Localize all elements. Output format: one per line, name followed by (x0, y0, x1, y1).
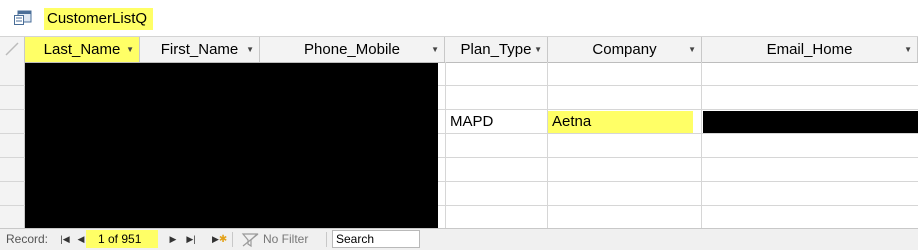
filter-icon (241, 233, 259, 248)
separator (326, 232, 327, 247)
next-record-icon[interactable]: ▶ (166, 231, 180, 247)
column-header-label: Email_Home (766, 41, 853, 58)
column-header-company[interactable]: Company ▼ (548, 37, 702, 62)
column-dropdown-icon[interactable]: ▼ (126, 37, 134, 62)
datasheet-grid: Last_Name ▼ First_Name ▼ Phone_Mobile ▼ … (0, 37, 918, 228)
column-dropdown-icon[interactable]: ▼ (246, 37, 254, 62)
cell-plan-type[interactable]: MAPD (446, 111, 547, 133)
column-header-plan-type[interactable]: Plan_Type ▼ (445, 37, 548, 62)
redacted-block-names-phones (25, 63, 438, 228)
column-divider (701, 62, 702, 228)
no-filter-button[interactable]: No Filter (239, 230, 308, 248)
current-record-field[interactable]: 1 of 951 (86, 230, 158, 248)
record-label: Record: (6, 232, 49, 246)
column-header-first-name[interactable]: First_Name ▼ (140, 37, 260, 62)
redacted-block-email (703, 111, 918, 133)
column-header-label: First_Name (160, 41, 239, 58)
column-header-label: Phone_Mobile (304, 41, 400, 58)
column-dropdown-icon[interactable]: ▼ (904, 37, 912, 62)
column-header-email-home[interactable]: Email_Home ▼ (702, 37, 918, 62)
column-header-phone-mobile[interactable]: Phone_Mobile ▼ (260, 37, 445, 62)
last-record-icon[interactable]: ▶| (184, 231, 198, 247)
column-header-label: Company (592, 41, 657, 58)
select-all-icon (5, 42, 19, 56)
record-navigation-bar: Record: |◀ ◀ 1 of 951 ▶ ▶| ▶✱ No Filter (0, 228, 918, 250)
first-record-icon[interactable]: |◀ (58, 231, 72, 247)
current-record-text: 1 of 951 (98, 232, 142, 246)
no-filter-label: No Filter (263, 232, 309, 246)
query-datasheet-icon (14, 10, 32, 26)
column-dropdown-icon[interactable]: ▼ (431, 37, 439, 62)
column-divider (547, 62, 548, 228)
new-record-icon[interactable]: ▶✱ (212, 231, 227, 248)
separator (232, 232, 233, 247)
query-tab-title[interactable]: CustomerListQ (44, 8, 154, 30)
column-dropdown-icon[interactable]: ▼ (534, 37, 542, 62)
column-divider (445, 62, 446, 228)
select-all-corner[interactable] (0, 37, 24, 62)
search-input[interactable] (332, 230, 420, 248)
column-dropdown-icon[interactable]: ▼ (688, 37, 696, 62)
datasheet-title-bar: CustomerListQ (0, 0, 918, 37)
column-header-label: Plan_Type (460, 41, 532, 58)
column-header-last-name[interactable]: Last_Name ▼ (25, 37, 140, 62)
column-header-label: Last_Name (43, 41, 121, 58)
cell-company[interactable]: Aetna (548, 111, 693, 133)
